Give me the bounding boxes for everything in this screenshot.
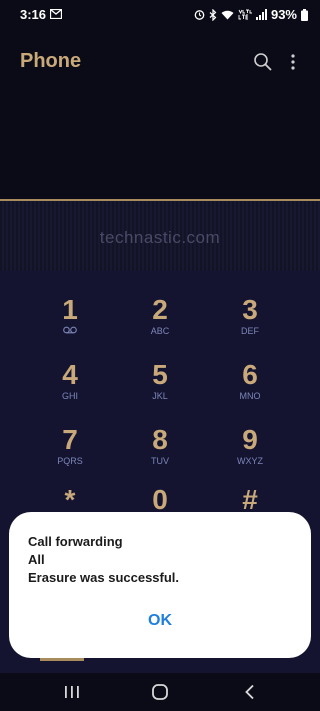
key-letters: MNO <box>239 391 261 401</box>
battery-percent: 93% <box>270 7 297 22</box>
call-forwarding-dialog: Call forwarding All Erasure was successf… <box>9 512 311 658</box>
bluetooth-icon <box>209 8 217 21</box>
header-background <box>0 84 320 200</box>
more-vert-icon[interactable] <box>285 51 301 73</box>
key-digit: # <box>242 484 258 515</box>
key-2[interactable]: 2 ABC <box>115 295 205 357</box>
key-6[interactable]: 6 MNO <box>205 360 295 422</box>
battery-icon <box>301 8 308 21</box>
alarm-icon <box>194 10 205 20</box>
recents-icon[interactable] <box>62 683 82 701</box>
volte-lte-icon <box>238 9 252 20</box>
ok-button[interactable]: OK <box>9 612 311 630</box>
key-letters: JKL <box>152 391 168 401</box>
key-letters: WXYZ <box>237 456 263 466</box>
phone-screen: 3:16 93% Phone technastic.com 1 2 ABC 3 … <box>0 0 320 711</box>
page-title: Phone <box>20 50 82 72</box>
key-digit: 9 <box>242 424 258 455</box>
system-nav-bar <box>0 673 320 711</box>
back-icon[interactable] <box>240 683 260 701</box>
key-8[interactable]: 8 TUV <box>115 425 205 487</box>
mail-icon <box>50 9 62 19</box>
status-icons: 93% <box>194 7 308 22</box>
key-letters: PQRS <box>57 456 83 466</box>
key-digit: 1 <box>62 294 78 325</box>
key-digit: 0 <box>152 484 168 515</box>
dialog-title: Call forwarding <box>28 534 123 549</box>
key-letters: ABC <box>150 326 170 336</box>
key-3[interactable]: 3 DEF <box>205 295 295 357</box>
key-1[interactable]: 1 <box>25 295 115 357</box>
status-bar: 3:16 93% <box>0 0 320 28</box>
key-digit: 3 <box>242 294 258 325</box>
key-letters: DEF <box>241 326 259 336</box>
signal-icon <box>255 9 267 20</box>
key-digit: 6 <box>242 359 258 390</box>
keypad-bottom-accent <box>40 658 84 661</box>
wifi-icon <box>221 10 234 19</box>
key-letters: GHI <box>61 391 78 401</box>
voicemail-icon <box>63 326 77 334</box>
key-9[interactable]: 9 WXYZ <box>205 425 295 487</box>
search-icon[interactable] <box>252 51 274 73</box>
key-letters: TUV <box>151 456 169 466</box>
key-digit: 2 <box>152 294 168 325</box>
key-digit: 7 <box>62 424 78 455</box>
key-digit: 4 <box>62 359 78 390</box>
key-digit: * <box>64 484 76 515</box>
status-time: 3:16 <box>20 7 47 22</box>
watermark: technastic.com <box>99 228 221 247</box>
app-header: Phone <box>0 40 320 84</box>
key-digit: 5 <box>152 359 168 390</box>
dialog-subtitle: All <box>28 552 45 567</box>
dialog-message: Erasure was successful. <box>28 570 180 585</box>
home-icon[interactable] <box>150 683 170 701</box>
key-5[interactable]: 5 JKL <box>115 360 205 422</box>
key-7[interactable]: 7 PQRS <box>25 425 115 487</box>
key-digit: 8 <box>152 424 168 455</box>
key-4[interactable]: 4 GHI <box>25 360 115 422</box>
